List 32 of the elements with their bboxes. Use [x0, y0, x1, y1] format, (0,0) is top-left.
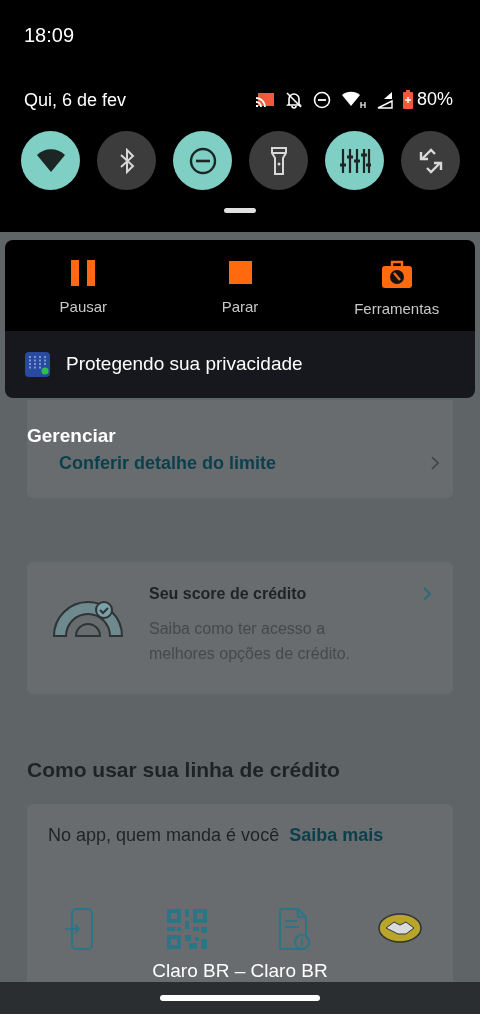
- manage-label: Gerenciar: [27, 424, 116, 448]
- app-icon: [25, 352, 50, 377]
- section-title: Como usar sua linha de crédito: [27, 757, 341, 783]
- home-handle[interactable]: [160, 995, 320, 1001]
- clock: 18:09: [24, 23, 75, 48]
- battery-icon: [402, 90, 413, 109]
- notification-action[interactable]: Ferramentas: [318, 240, 475, 331]
- drag-handle[interactable]: [224, 208, 256, 213]
- pause-icon: [71, 260, 96, 286]
- battery-level: 80%: [416, 88, 453, 111]
- notification-action[interactable]: Parar: [161, 240, 319, 331]
- muted-bell-icon: [284, 90, 303, 109]
- equalizer-icon: [338, 146, 371, 175]
- wifi-icon: [35, 148, 66, 173]
- wifi-icon: [340, 90, 367, 109]
- do-not-disturb-icon: [312, 90, 331, 109]
- chevron-icon: [422, 586, 432, 602]
- stop-icon: [228, 261, 252, 284]
- score-title: Seu score de crédito: [149, 584, 308, 604]
- notification-message: Protegendo sua privacidade: [66, 352, 303, 377]
- signal-icon: [376, 90, 393, 109]
- do-not-disturb-icon: [188, 146, 217, 175]
- bluetooth-icon: [118, 147, 135, 174]
- toolbox-icon: [381, 260, 412, 288]
- carrier-label: Claro BR – Claro BR: [151, 959, 329, 983]
- chevron-icon: [430, 455, 440, 471]
- flashlight-icon: [270, 146, 287, 175]
- usage-text: No app, quem manda é você: [48, 824, 280, 847]
- limit-link[interactable]: Conferir detalhe do limite: [59, 450, 277, 477]
- notification-action[interactable]: Pausar: [5, 240, 162, 331]
- date-label: Qui, 6 de fev: [24, 89, 127, 112]
- learn-more-link[interactable]: Saiba mais: [289, 822, 384, 849]
